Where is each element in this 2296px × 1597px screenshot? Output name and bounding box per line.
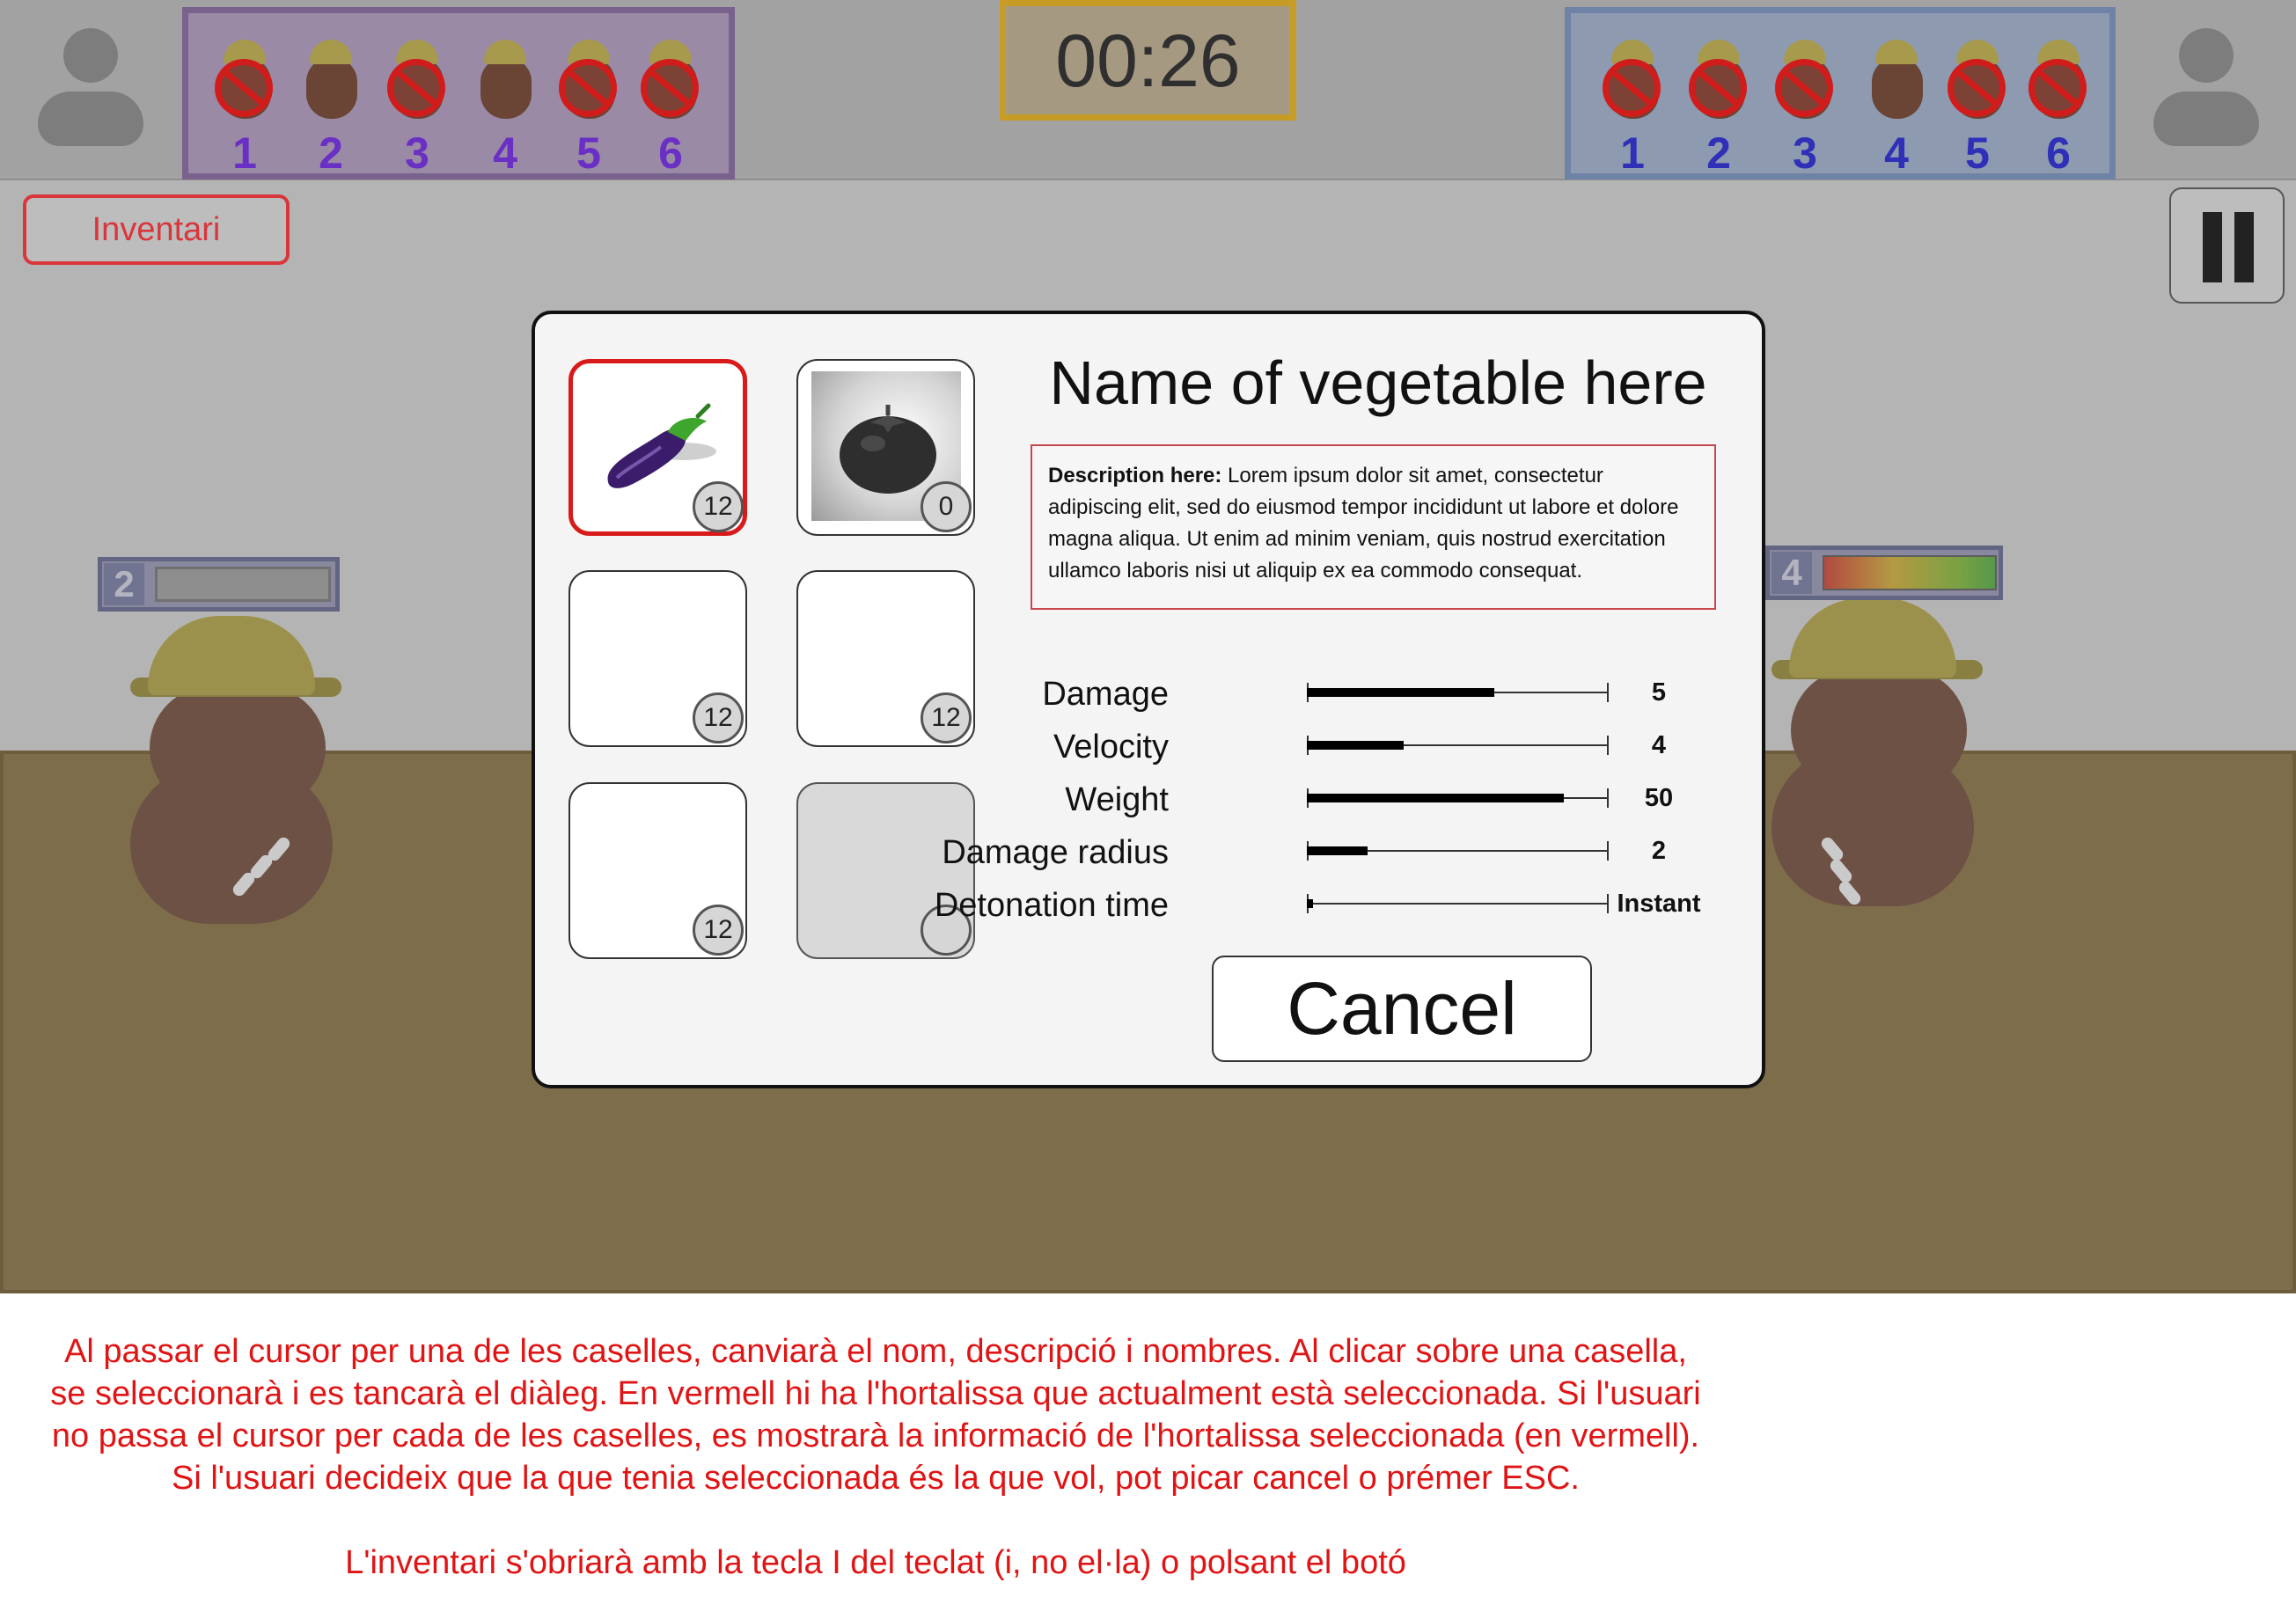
team-slot-number: 4 [1884,128,1909,178]
caption-line: Si l'usuari decideix que la que tenia se… [172,1460,1580,1497]
inventory-dialog: 12 0 12 12 12 Name of vegetable here Des… [532,311,1765,1088]
right-player-avatar-icon [2140,19,2272,160]
stat-value-weight: 50 [1644,784,1674,812]
mole-icon [1867,40,1926,121]
inventory-slot-tomato[interactable]: 0 [796,359,975,536]
team-slot-6: 6 [635,29,706,179]
caption-line: no passa el cursor per cada de les casel… [51,1418,1700,1454]
team-slot-3: 3 [1770,29,1840,179]
caption-line: Al passar el cursor per una de les casel… [64,1333,1687,1370]
team-slot-1: 1 [1597,29,1668,179]
eliminated-icon [215,59,273,117]
stat-bar-damage-radius [1307,841,1609,861]
team-slot-number: 1 [232,128,257,178]
caption-line: L'inventari s'obriarà amb la tecla I del… [345,1544,1406,1581]
eliminated-icon [559,59,617,117]
eliminated-icon [1948,59,2006,117]
inventory-slot-empty[interactable]: 12 [796,570,975,747]
stat-fill-weight [1307,794,1564,802]
team-slot-number: 3 [405,128,429,178]
eliminated-icon [1775,59,1833,117]
stat-label-velocity: Velocity [1053,729,1169,766]
team-slot-number: 6 [658,128,683,178]
team-slot-number: 3 [1793,128,1817,178]
item-count-badge: 12 [693,692,744,744]
inventory-slot-empty[interactable]: 12 [568,570,747,747]
inventory-slot-empty[interactable]: 12 [568,782,747,959]
stat-label-weight: Weight [1065,781,1169,818]
team-slot-number: 2 [1706,128,1731,178]
team-slot-4: 4 [1861,29,1932,179]
eliminated-icon [641,59,699,117]
team-slot-6: 6 [2023,29,2094,179]
description-label: Description here: [1048,464,1222,487]
team-slot-5: 5 [1942,29,2013,179]
stat-label-damage-radius: Damage radius [942,834,1169,871]
team-slot-number: 4 [493,128,517,178]
right-team-roster: 1 2 3 4 5 6 [1565,7,2116,179]
eliminated-icon [2028,59,2087,117]
team-slot-2: 2 [1683,29,1754,179]
eliminated-icon [1689,59,1747,117]
stat-value-damage: 5 [1651,678,1667,707]
team-slot-3: 3 [382,29,452,179]
stat-bar-detonation-time [1307,894,1609,913]
mole-icon [301,40,361,121]
stat-value-detonation-time: Instant [1617,890,1701,918]
team-slot-number: 5 [1965,128,1990,178]
vegetable-description: Description here: Lorem ipsum dolor sit … [1031,444,1716,610]
item-count-badge: 0 [921,481,972,532]
stat-bar-weight [1307,788,1609,808]
inventory-button[interactable]: Inventari [23,194,290,265]
eliminated-icon [387,59,445,117]
team-slot-5: 5 [554,29,624,179]
team-slot-2: 2 [296,29,366,179]
team-slot-number: 2 [319,128,343,178]
stat-fill-damage-radius [1307,846,1368,855]
team-slot-number: 5 [576,128,601,178]
stat-fill-damage [1307,688,1494,697]
inventory-slot-eggplant[interactable]: 12 [568,359,747,536]
cancel-button[interactable]: Cancel [1212,956,1592,1062]
eliminated-icon [1603,59,1661,117]
caption-line: se seleccionarà i es tancarà el diàleg. … [50,1375,1701,1412]
left-team-roster: 1 2 3 4 5 6 [182,7,735,179]
tomato-icon [840,405,936,494]
stat-bar-damage [1307,683,1609,702]
left-player-avatar-icon [25,19,157,160]
team-slot-number: 6 [2046,128,2071,178]
team-slot-1: 1 [209,29,280,179]
stat-value-velocity: 4 [1651,731,1667,759]
team-slot-number: 1 [1620,128,1645,178]
match-timer: 00:26 [1000,0,1296,121]
stat-label-damage: Damage [1042,676,1169,713]
stat-bar-velocity [1307,736,1609,755]
vegetable-name-title: Name of vegetable here [1049,348,1707,417]
item-count-badge: 12 [693,905,744,956]
item-count-badge: 12 [693,481,744,532]
pause-button[interactable] [2169,187,2285,304]
stat-fill-detonation-time [1307,899,1313,908]
stat-fill-velocity [1307,741,1404,750]
mole-icon [475,40,535,121]
stat-value-damage-radius: 2 [1651,837,1667,865]
eggplant-icon [607,403,716,488]
stat-label-detonation-time: Detonation time [934,887,1169,924]
team-slot-4: 4 [470,29,540,179]
